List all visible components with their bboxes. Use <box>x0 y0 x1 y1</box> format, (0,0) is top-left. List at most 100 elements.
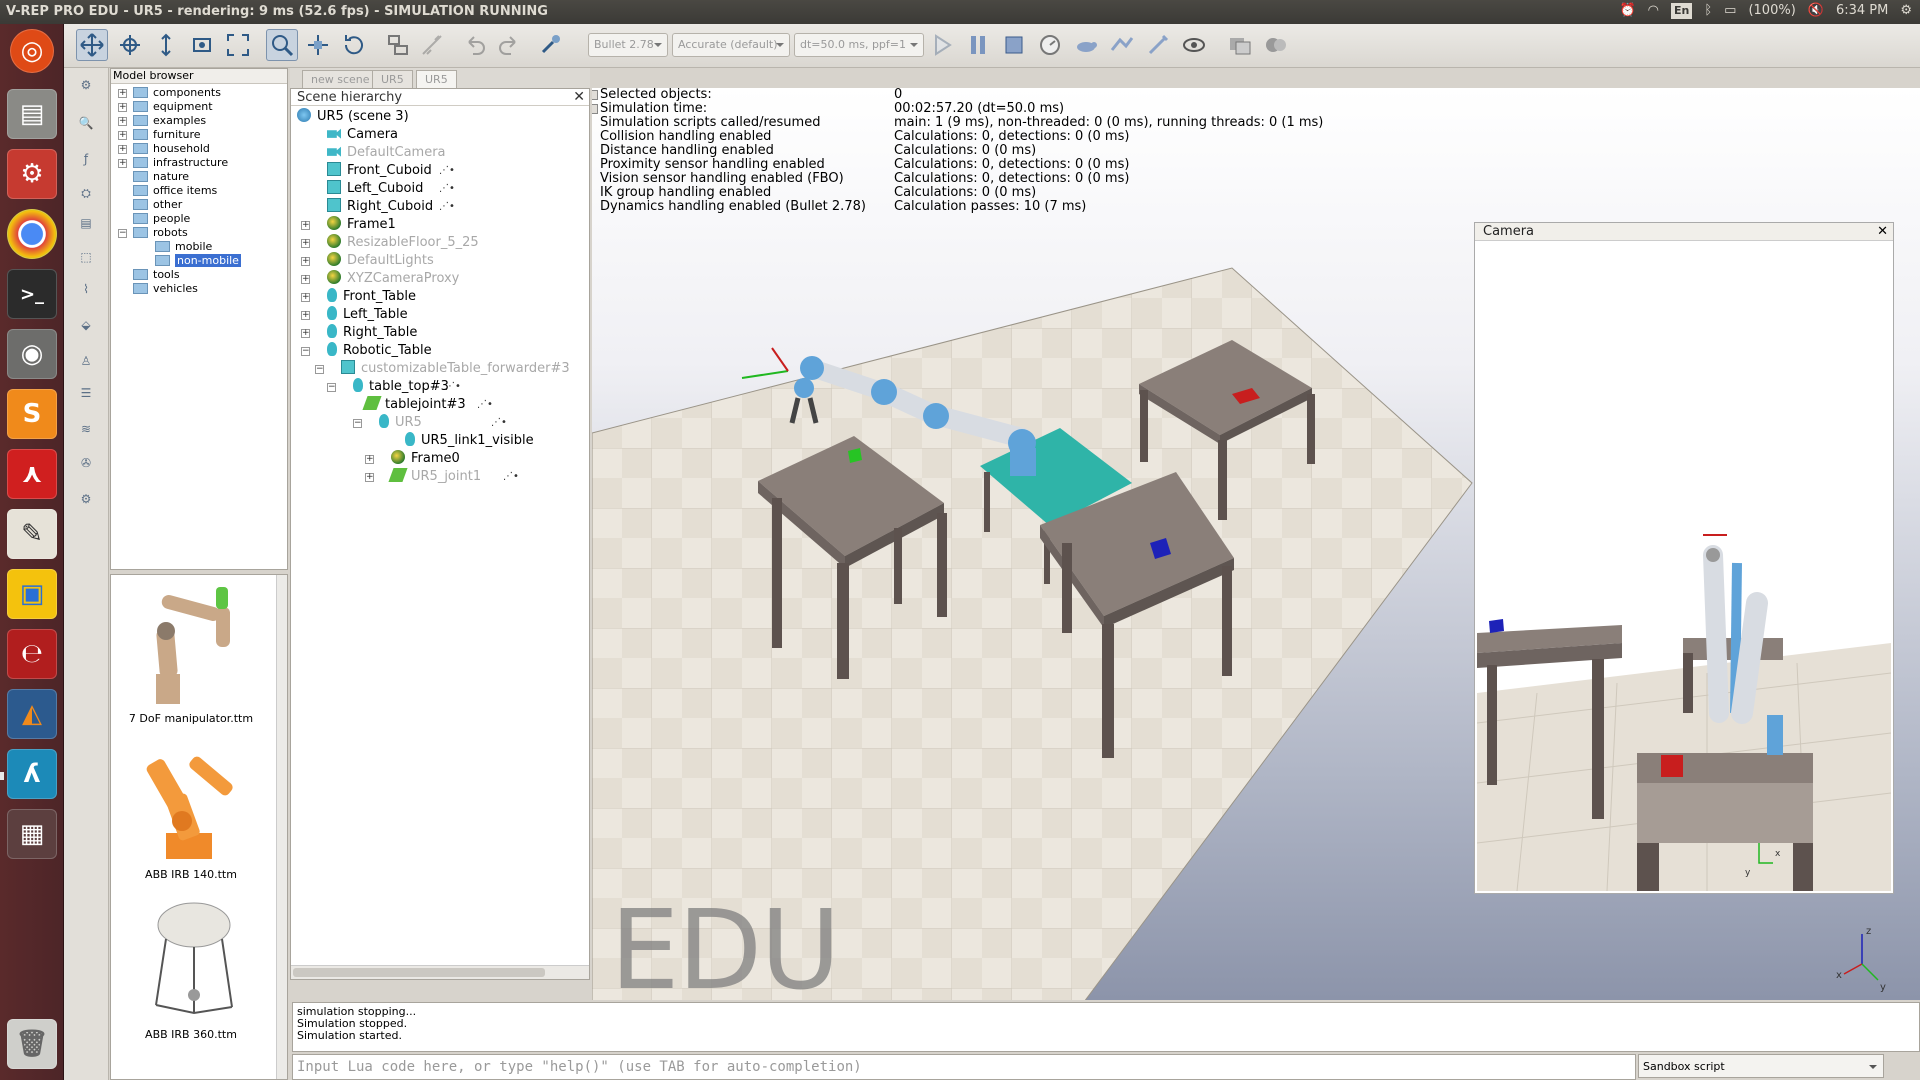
expand-toggle-icon[interactable]: + <box>365 473 374 482</box>
thread-rendering-icon[interactable] <box>1142 29 1174 61</box>
camera-angle-icon[interactable] <box>186 29 218 61</box>
undo-icon[interactable] <box>458 29 490 61</box>
script-link-icon[interactable]: ⋰• <box>439 201 455 212</box>
battery-icon[interactable]: ▭ <box>1724 3 1736 19</box>
hierarchy-item-camera[interactable]: Camera <box>327 126 398 144</box>
shape-edit-icon[interactable]: ⬚ <box>73 244 99 270</box>
hierarchy-item-tablejoint-3[interactable]: tablejoint#3 <box>362 396 466 414</box>
expand-toggle-icon[interactable]: + <box>301 275 310 284</box>
camera-floating-view[interactable]: Camera ✕ x y <box>1474 222 1894 894</box>
camera-pan-icon[interactable] <box>76 29 108 61</box>
expand-toggle-icon[interactable]: + <box>301 311 310 320</box>
object-shift-icon[interactable] <box>302 29 334 61</box>
redo-icon[interactable] <box>494 29 526 61</box>
info-toggle-icon[interactable] <box>592 104 598 114</box>
folder-non-mobile[interactable]: non-mobile <box>155 254 241 268</box>
hierarchy-hscrollbar[interactable] <box>291 965 589 979</box>
scene-hierarchy-toggle-icon[interactable]: ☰ <box>73 380 99 406</box>
scene-viewport[interactable]: Selected objects: 0 Simulation time: 00:02:… <box>592 88 1920 1000</box>
chrome-icon[interactable] <box>7 209 57 259</box>
hierarchy-item-defaultlights[interactable]: DefaultLights <box>327 252 434 270</box>
keyboard-indicator[interactable]: En <box>1670 3 1693 19</box>
folder-office-items[interactable]: office items <box>133 184 217 198</box>
expand-toggle-icon[interactable]: + <box>301 221 310 230</box>
files-icon[interactable]: ▤ <box>7 89 57 139</box>
faster-icon[interactable] <box>1106 29 1138 61</box>
expand-toggle-icon[interactable]: + <box>301 257 310 266</box>
start-simulation-icon[interactable] <box>926 29 958 61</box>
script-link-icon[interactable]: ⋰• <box>503 471 519 482</box>
hierarchy-item-frame0[interactable]: Frame0 <box>391 450 460 468</box>
layers-icon[interactable] <box>1260 29 1292 61</box>
realtime-icon[interactable] <box>1034 29 1066 61</box>
user-settings-icon[interactable]: ⚙ <box>73 486 99 512</box>
thumbnail-7dof[interactable]: 7 DoF manipulator.ttm <box>111 579 271 725</box>
folder-vehicles[interactable]: vehicles <box>133 282 198 296</box>
simulation-settings-icon[interactable]: ⚙ <box>73 72 99 98</box>
matlab-icon[interactable]: ◭ <box>7 689 57 739</box>
calc-modules-icon[interactable]: ⛭ <box>73 180 99 206</box>
stop-simulation-icon[interactable] <box>998 29 1030 61</box>
transfer-dna-icon[interactable] <box>416 29 448 61</box>
hierarchy-item-xyzcameraproxy[interactable]: XYZCameraProxy <box>327 270 459 288</box>
fit-to-view-icon[interactable] <box>222 29 254 61</box>
hierarchy-item-ur5-joint1[interactable]: UR5_joint1 <box>388 468 481 486</box>
expand-toggle-icon[interactable]: − <box>301 347 310 356</box>
vrep-icon[interactable]: ʎ <box>7 749 57 799</box>
path-edit-icon[interactable]: ⌇ <box>73 276 99 302</box>
script-link-icon[interactable]: ⋰• <box>491 417 507 428</box>
folder-mobile[interactable]: mobile <box>155 240 212 254</box>
script-link-icon[interactable]: ⋰• <box>477 399 493 410</box>
click-select-icon[interactable] <box>266 29 298 61</box>
script-function-icon[interactable]: ƒ <box>73 146 99 172</box>
pause-simulation-icon[interactable] <box>962 29 994 61</box>
model-browser-toggle-icon[interactable]: ♙ <box>73 348 99 374</box>
expand-toggle-icon[interactable]: − <box>118 229 127 238</box>
folder-nature[interactable]: nature <box>133 170 189 184</box>
settings-icon[interactable]: ⚙ <box>7 149 57 199</box>
sublime-icon[interactable]: S <box>7 389 57 439</box>
slower-icon[interactable] <box>1070 29 1102 61</box>
scene-pages-icon[interactable] <box>1224 29 1256 61</box>
close-icon[interactable]: ✕ <box>573 89 585 105</box>
assemble-icon[interactable] <box>382 29 414 61</box>
hierarchy-item-resizablefloor-5-25[interactable]: ResizableFloor_5_25 <box>327 234 479 252</box>
camera-rotate-icon[interactable] <box>114 29 146 61</box>
expand-toggle-icon[interactable]: + <box>301 239 310 248</box>
tab-ur5-2[interactable]: UR5 <box>416 70 457 88</box>
object-rotate-icon[interactable] <box>338 29 370 61</box>
accuracy-select[interactable]: Accurate (default) <box>672 33 790 57</box>
hierarchy-item-ur5-scene-3-[interactable]: UR5 (scene 3) <box>297 108 409 126</box>
folder-other[interactable]: other <box>133 198 182 212</box>
visualization-toggle-icon[interactable] <box>1178 29 1210 61</box>
trash-icon[interactable]: 🗑 <box>7 1019 57 1069</box>
expand-toggle-icon[interactable]: + <box>365 455 374 464</box>
expand-toggle-icon[interactable]: + <box>118 89 127 98</box>
pdf-reader-icon[interactable]: ⋏ <box>7 449 57 499</box>
lua-command-input[interactable]: Input Lua code here, or type "help()" (u… <box>292 1054 1636 1080</box>
folder-people[interactable]: people <box>133 212 190 226</box>
text-editor-icon[interactable]: ✎ <box>7 509 57 559</box>
hierarchy-item-robotic-table[interactable]: Robotic_Table <box>327 342 432 360</box>
expand-toggle-icon[interactable]: + <box>301 329 310 338</box>
info-toggle-icon[interactable] <box>592 90 598 100</box>
hierarchy-item-ur5[interactable]: UR5 <box>379 414 422 432</box>
slides-icon[interactable]: ▣ <box>7 569 57 619</box>
script-select[interactable]: Sandbox script <box>1638 1054 1884 1078</box>
layers-toolbar-icon[interactable]: ≋ <box>73 416 99 442</box>
engine-select[interactable]: Bullet 2.78 <box>588 33 668 57</box>
hierarchy-item-defaultcamera[interactable]: DefaultCamera <box>327 144 446 162</box>
terminal-icon[interactable]: >_ <box>7 269 57 319</box>
scripts-icon[interactable]: ▤ <box>73 210 99 236</box>
folder-robots[interactable]: robots <box>133 226 188 240</box>
camera-shift-icon[interactable] <box>150 29 182 61</box>
folder-equipment[interactable]: equipment <box>133 100 213 114</box>
expand-toggle-icon[interactable]: + <box>301 293 310 302</box>
volume-icon[interactable]: 🔇 <box>1808 3 1824 19</box>
expand-toggle-icon[interactable]: + <box>118 103 127 112</box>
expand-toggle-icon[interactable]: − <box>327 383 336 392</box>
clock[interactable]: 6:34 PM <box>1836 3 1888 19</box>
expand-toggle-icon[interactable]: + <box>118 117 127 126</box>
expand-toggle-icon[interactable]: + <box>118 131 127 140</box>
alarm-icon[interactable]: ⏰ <box>1619 3 1635 19</box>
